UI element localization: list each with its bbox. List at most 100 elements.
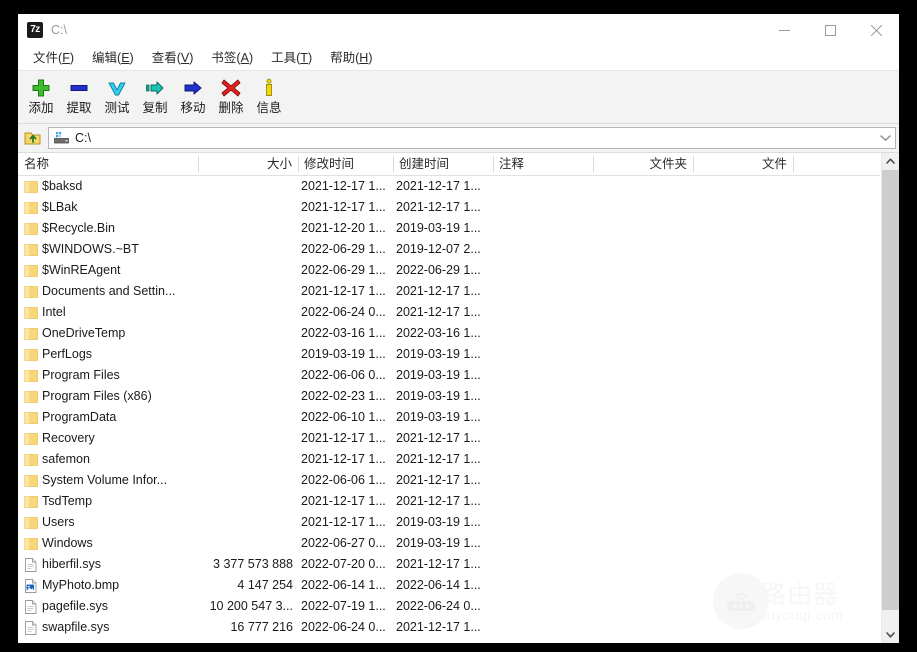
row-modified: 2021-12-17 1... [301, 431, 386, 445]
row-created: 2019-03-19 1... [396, 515, 481, 529]
column-divider[interactable] [493, 156, 494, 172]
menu-item-help[interactable]: 帮助(H) [321, 48, 381, 69]
column-divider[interactable] [593, 156, 594, 172]
table-row[interactable]: pagefile.sys 10 200 547 3... 2022-07-19 1.… [18, 596, 880, 617]
folder-icon [23, 452, 39, 468]
table-row[interactable]: Intel 2022-06-24 0... 2021-12-17 1... [18, 302, 880, 323]
table-row[interactable]: $WinREAgent 2022-06-29 1... 2022-06-29 1..… [18, 260, 880, 281]
path-input[interactable]: C:\ [48, 127, 896, 149]
row-size [168, 239, 293, 260]
menu-item-tools[interactable]: 工具(T) [262, 48, 321, 69]
row-modified: 2022-06-14 1... [301, 578, 386, 592]
row-modified: 2021-12-17 1... [301, 284, 386, 298]
folder-icon [23, 221, 39, 237]
toolbar-add-button[interactable]: 添加 [22, 75, 60, 116]
scroll-up-icon[interactable] [882, 153, 899, 170]
row-created: 2022-06-14 1... [396, 578, 481, 592]
table-row[interactable]: $Recycle.Bin 2021-12-20 1... 2019-03-19 1.… [18, 218, 880, 239]
menu-item-view[interactable]: 查看(V) [143, 48, 203, 69]
table-row[interactable]: Windows 2022-06-27 0... 2019-03-19 1... [18, 533, 880, 554]
row-created: 2019-03-19 1... [396, 368, 481, 382]
row-size [168, 218, 293, 239]
table-row[interactable]: $baksd 2021-12-17 1... 2021-12-17 1... [18, 176, 880, 197]
row-size [168, 386, 293, 407]
menu-label-edit: 编辑 [92, 50, 118, 65]
scrollbar-thumb[interactable] [882, 170, 899, 610]
table-row[interactable]: TsdTemp 2021-12-17 1... 2021-12-17 1... [18, 491, 880, 512]
column-divider[interactable] [198, 156, 199, 172]
table-row[interactable]: Program Files 2022-06-06 0... 2019-03-19 1… [18, 365, 880, 386]
toolbar-extract-button[interactable]: 提取 [60, 75, 98, 116]
column-header-folders[interactable]: 文件夹 [593, 153, 693, 175]
toolbar-extract-label: 提取 [66, 101, 92, 115]
column-header-files[interactable]: 文件 [693, 153, 793, 175]
row-created: 2021-12-17 1... [396, 620, 481, 634]
minimize-button[interactable] [761, 14, 807, 46]
column-divider[interactable] [793, 156, 794, 172]
table-row[interactable]: Recovery 2021-12-17 1... 2021-12-17 1... [18, 428, 880, 449]
row-size [168, 302, 293, 323]
maximize-button[interactable] [807, 14, 853, 46]
table-row[interactable]: System Volume Infor... 2022-06-06 1... 202… [18, 470, 880, 491]
table-row[interactable]: OneDriveTemp 2022-03-16 1... 2022-03-16 1.… [18, 323, 880, 344]
table-row[interactable]: safemon 2021-12-17 1... 2021-12-17 1... [18, 449, 880, 470]
drive-icon [53, 130, 69, 146]
row-modified: 2022-06-24 0... [301, 620, 386, 634]
info-icon [256, 77, 282, 99]
row-created: 2019-12-07 2... [396, 242, 481, 256]
toolbar-delete-button[interactable]: 删除 [212, 75, 250, 116]
chevron-down-icon[interactable] [875, 128, 895, 148]
table-row[interactable]: ProgramData 2022-06-10 1... 2019-03-19 1..… [18, 407, 880, 428]
column-header-size[interactable]: 大小 [198, 153, 298, 175]
menu-item-edit[interactable]: 编辑(E) [83, 48, 143, 69]
folder-icon [23, 305, 39, 321]
move-arrow-icon [180, 77, 206, 99]
minus-icon [66, 77, 92, 99]
table-row[interactable]: $WINDOWS.~BT 2022-06-29 1... 2019-12-07 2.… [18, 239, 880, 260]
row-size [168, 407, 293, 428]
toolbar-move-button[interactable]: 移动 [174, 75, 212, 116]
vertical-scrollbar[interactable] [881, 153, 899, 643]
column-divider[interactable] [393, 156, 394, 172]
table-row[interactable]: hiberfil.sys 3 377 573 888 2022-07-20 0...… [18, 554, 880, 575]
row-size: 16 777 216 [230, 620, 293, 634]
close-button[interactable] [853, 14, 899, 46]
table-row[interactable]: Documents and Settin... 2021-12-17 1... 20… [18, 281, 880, 302]
app-icon-7z: 7z [27, 22, 43, 38]
column-divider[interactable] [298, 156, 299, 172]
column-header-comment[interactable]: 注释 [493, 153, 593, 175]
menu-item-file[interactable]: 文件(F) [24, 48, 83, 69]
column-header-created[interactable]: 创建时间 [393, 153, 493, 175]
column-header-name[interactable]: 名称 [18, 153, 198, 175]
check-icon [104, 77, 130, 99]
table-row[interactable]: PerfLogs 2019-03-19 1... 2019-03-19 1... [18, 344, 880, 365]
table-row[interactable]: swapfile.sys 16 777 216 2022-06-24 0... 202… [18, 617, 880, 638]
column-divider[interactable] [693, 156, 694, 172]
row-created: 2021-12-17 1... [396, 179, 481, 193]
row-size [168, 533, 293, 554]
table-row[interactable]: $LBak 2021-12-17 1... 2021-12-17 1... [18, 197, 880, 218]
column-header-modified[interactable]: 修改时间 [298, 153, 393, 175]
folder-icon [23, 515, 39, 531]
menu-accel-edit: E [121, 50, 130, 65]
row-created: 2019-03-19 1... [396, 389, 481, 403]
toolbar-add-label: 添加 [28, 101, 54, 115]
menu-accel-file: F [62, 50, 70, 65]
table-row[interactable]: Users 2021-12-17 1... 2019-03-19 1... [18, 512, 880, 533]
menu-accel-view: V [180, 50, 190, 65]
up-folder-icon[interactable] [21, 126, 45, 150]
row-created: 2021-12-17 1... [396, 557, 481, 571]
toolbar-copy-button[interactable]: 复制 [136, 75, 174, 116]
row-modified: 2022-07-19 1... [301, 599, 386, 613]
row-size [168, 197, 293, 218]
folder-icon [23, 200, 39, 216]
toolbar-test-button[interactable]: 测试 [98, 75, 136, 116]
menu-item-bookmarks[interactable]: 书签(A) [202, 48, 262, 69]
scroll-down-icon[interactable] [882, 626, 899, 643]
row-modified: 2019-03-19 1... [301, 347, 386, 361]
address-bar: C:\ [18, 124, 899, 153]
table-row[interactable]: Program Files (x86) 2022-02-23 1... 2019-0… [18, 386, 880, 407]
toolbar-info-button[interactable]: 信息 [250, 75, 288, 116]
row-modified: 2021-12-17 1... [301, 179, 386, 193]
table-row[interactable]: MyPhoto.bmp 4 147 254 2022-06-14 1... 2022-… [18, 575, 880, 596]
